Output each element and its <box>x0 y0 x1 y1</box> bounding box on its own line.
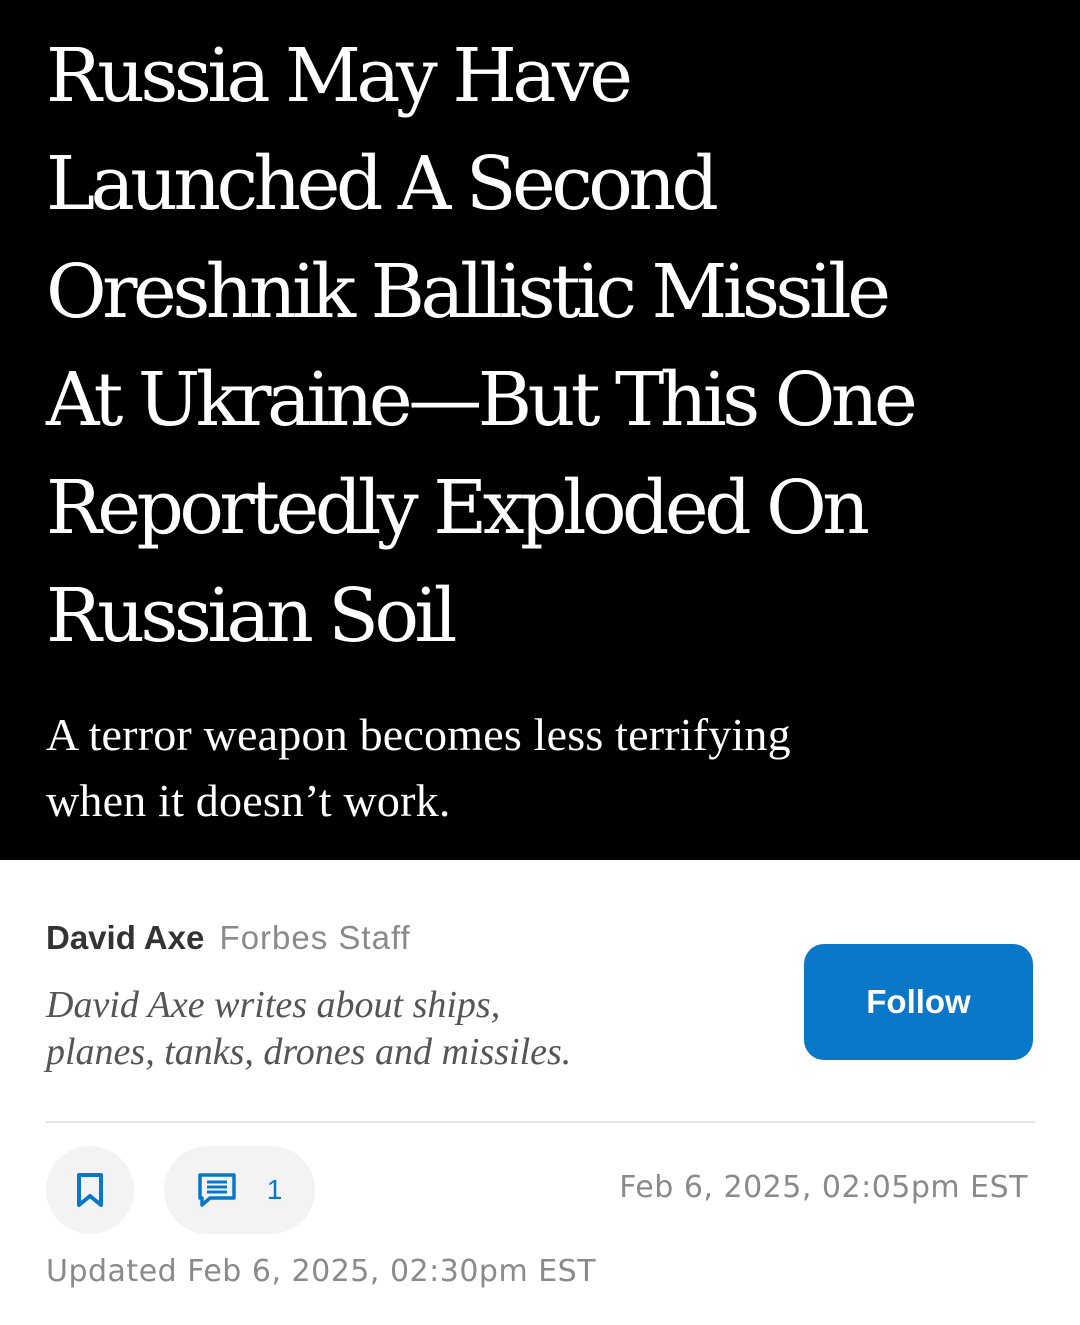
article-subheadline: A terror weapon becomes less terrifying … <box>46 702 1040 834</box>
article-hero: Russia May Have Launched A Second Oreshn… <box>0 0 1080 860</box>
author-name[interactable]: David Axe <box>46 919 204 956</box>
author-role: Forbes Staff <box>219 919 411 956</box>
comment-icon <box>197 1172 237 1208</box>
headline-line: Russian Soil <box>46 573 457 659</box>
bookmark-button[interactable] <box>46 1146 134 1234</box>
author-bio-line: David Axe writes about ships, <box>46 984 501 1026</box>
headline-line: Launched A Second <box>46 141 719 227</box>
headline-line: Oreshnik Ballistic Missile <box>46 249 891 335</box>
comments-button[interactable]: 1 <box>164 1146 315 1234</box>
subheadline-line: A terror weapon becomes less terrifying <box>46 709 791 760</box>
divider <box>46 1121 1035 1123</box>
published-date: Feb 6, 2025, 02:05pm EST <box>619 1170 1028 1205</box>
article-headline: Russia May Have Launched A Second Oreshn… <box>46 22 1040 670</box>
headline-line: At Ukraine—But This One <box>46 357 918 443</box>
subheadline-line: when it doesn’t work. <box>46 775 451 826</box>
author-bio: David Axe writes about ships, planes, ta… <box>46 982 766 1076</box>
headline-line: Reportedly Exploded On <box>46 465 870 551</box>
byline-section: David Axe Forbes Staff David Axe writes … <box>0 860 1080 1325</box>
headline-line: Russia May Have <box>46 33 633 119</box>
author-bio-line: planes, tanks, drones and missiles. <box>46 1031 572 1073</box>
comment-count: 1 <box>266 1174 283 1205</box>
bookmark-icon <box>75 1172 105 1208</box>
updated-date: Updated Feb 6, 2025, 02:30pm EST <box>46 1254 597 1289</box>
follow-button[interactable]: Follow <box>804 944 1033 1060</box>
author-line: David Axe Forbes Staff <box>46 918 411 958</box>
